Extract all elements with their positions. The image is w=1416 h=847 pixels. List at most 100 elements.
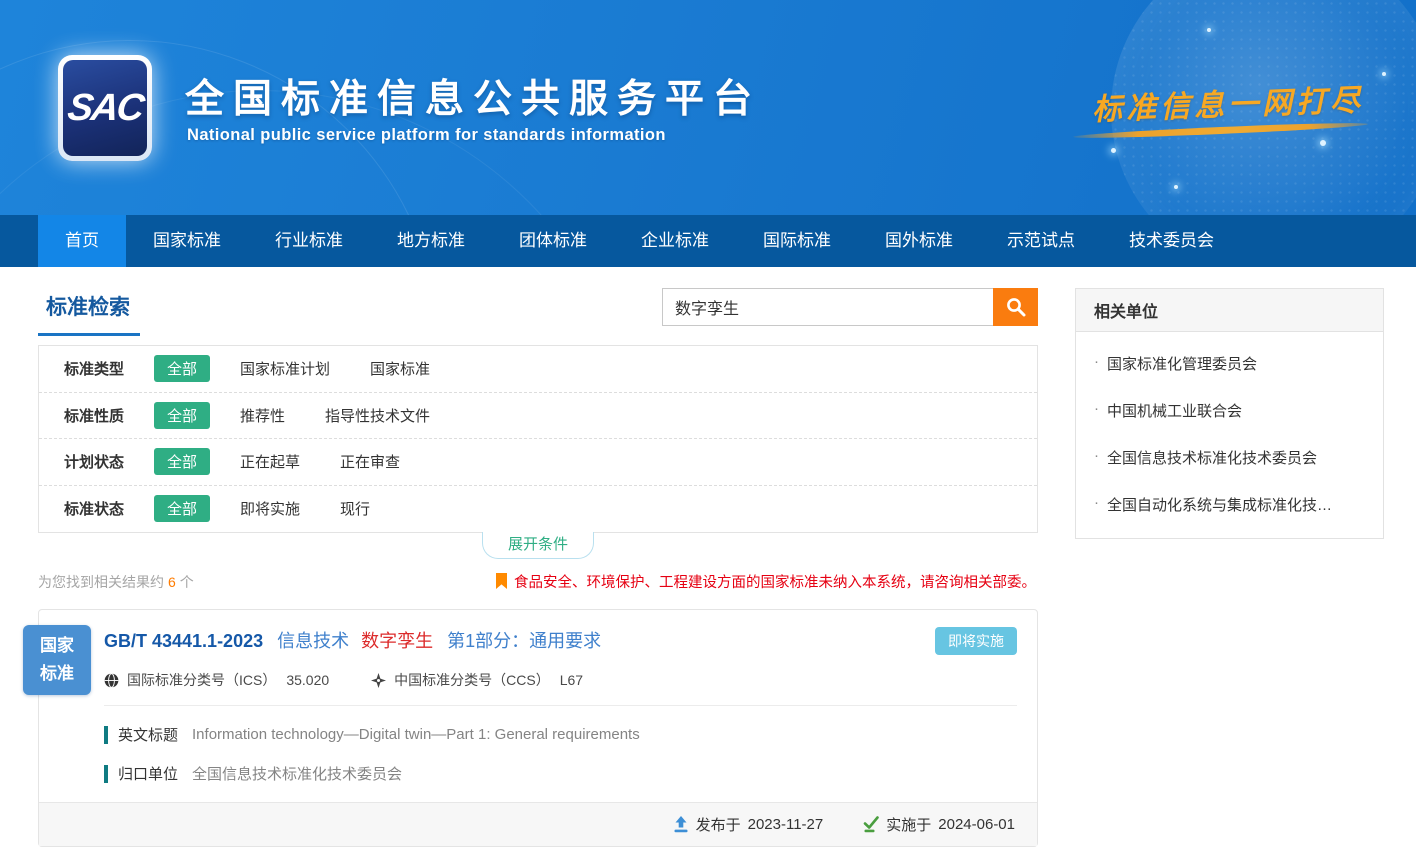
sidebar-item-machinery-federation[interactable]: · 中国机械工业联合会 bbox=[1076, 387, 1383, 434]
site-header: SAC 全国标准信息公共服务平台 National public service… bbox=[0, 0, 1416, 215]
nav-tab-national-standards[interactable]: 国家标准 bbox=[126, 215, 248, 267]
search-row: 标准检索 bbox=[38, 288, 1038, 345]
nav-tab-enterprise-standards[interactable]: 企业标准 bbox=[614, 215, 736, 267]
filter-label: 标准类型 bbox=[64, 358, 154, 379]
nav-tab-industry-standards[interactable]: 行业标准 bbox=[248, 215, 370, 267]
results-summary: 为您找到相关结果约6个 bbox=[38, 572, 194, 592]
section-title: 标准检索 bbox=[38, 288, 140, 336]
bookmark-icon bbox=[495, 573, 508, 590]
result-title-row: GB/T 43441.1-2023 信息技术 数字孪生 第1部分：通用要求 即将… bbox=[104, 627, 1017, 655]
standard-title-highlight: 数字孪生 bbox=[361, 631, 433, 651]
sidebar-item-automation-systems-committee[interactable]: · 全国自动化系统与集成标准化技… bbox=[1076, 481, 1383, 528]
sidebar-item-it-standardization-committee[interactable]: · 全国信息技术标准化技术委员会 bbox=[1076, 434, 1383, 481]
search-button[interactable] bbox=[993, 288, 1038, 326]
results-notice: 食品安全、环境保护、工程建设方面的国家标准未纳入本系统，请咨询相关部委。 bbox=[495, 571, 1036, 592]
nav-tab-technical-committees[interactable]: 技术委员会 bbox=[1102, 215, 1241, 267]
result-card-footer: 发布于 2023-11-27 实施于 2024-06-01 bbox=[39, 802, 1037, 846]
nav-tab-international-standards[interactable]: 国际标准 bbox=[736, 215, 858, 267]
nav-tab-home[interactable]: 首页 bbox=[38, 215, 126, 267]
related-units-panel: 相关单位 · 国家标准化管理委员会 · 中国机械工业联合会 · 全国信息技术标准… bbox=[1075, 288, 1384, 539]
sac-logo-text: SAC bbox=[65, 87, 145, 130]
filter-option[interactable]: 正在审查 bbox=[340, 451, 400, 472]
filter-row-plan-status: 计划状态 全部 正在起草 正在审查 bbox=[39, 439, 1037, 486]
filter-option[interactable]: 现行 bbox=[340, 498, 370, 519]
expand-conditions-button[interactable]: 展开条件 bbox=[482, 532, 594, 559]
implement-label: 实施于 bbox=[886, 814, 931, 835]
field-bar-decoration bbox=[104, 765, 108, 783]
search-icon bbox=[1005, 296, 1027, 318]
filter-selected-badge[interactable]: 全部 bbox=[154, 495, 210, 522]
type-badge-line1: 国家 bbox=[40, 632, 74, 660]
nav-tab-group-standards[interactable]: 团体标准 bbox=[492, 215, 614, 267]
main-column: 标准检索 标准类型 全部 国家标准计划 国家标准 bbox=[38, 288, 1038, 847]
notice-text: 食品安全、环境保护、工程建设方面的国家标准未纳入本系统，请咨询相关部委。 bbox=[514, 571, 1036, 592]
publish-date-group: 发布于 2023-11-27 bbox=[673, 814, 824, 835]
standard-title-part2: 第1部分：通用要求 bbox=[447, 631, 601, 651]
field-value: 全国信息技术标准化技术委员会 bbox=[192, 763, 402, 784]
ccs-label: 中国标准分类号（CCS） bbox=[394, 670, 550, 690]
nav-tab-local-standards[interactable]: 地方标准 bbox=[370, 215, 492, 267]
implement-check-icon bbox=[863, 816, 879, 833]
filter-label: 标准性质 bbox=[64, 405, 154, 426]
sidebar-item-sac[interactable]: · 国家标准化管理委员会 bbox=[1076, 340, 1383, 387]
compass-icon bbox=[371, 673, 386, 688]
filter-row-standard-status: 标准状态 全部 即将实施 现行 bbox=[39, 486, 1037, 533]
sidebar-item-label: 中国机械工业联合会 bbox=[1107, 400, 1242, 421]
site-title: 全国标准信息公共服务平台 bbox=[185, 68, 761, 124]
field-value: Information technology—Digital twin—Part… bbox=[192, 726, 640, 743]
filter-row-standard-type: 标准类型 全部 国家标准计划 国家标准 bbox=[39, 346, 1037, 393]
sparkle-decoration bbox=[1207, 28, 1211, 32]
filter-box: 标准类型 全部 国家标准计划 国家标准 标准性质 全部 推荐性 指导性技术文件 … bbox=[38, 345, 1038, 533]
filter-option[interactable]: 国家标准 bbox=[370, 358, 430, 379]
globe-icon bbox=[104, 673, 119, 688]
english-title-field: 英文标题 Information technology—Digital twin… bbox=[104, 724, 1017, 745]
filter-selected-badge[interactable]: 全部 bbox=[154, 355, 210, 382]
publish-date: 2023-11-27 bbox=[748, 816, 824, 833]
list-dot: · bbox=[1094, 400, 1099, 421]
publish-label: 发布于 bbox=[696, 814, 741, 835]
status-badge: 即将实施 bbox=[935, 627, 1017, 655]
ics-label: 国际标准分类号（ICS） bbox=[127, 670, 276, 690]
competent-unit-field: 归口单位 全国信息技术标准化技术委员会 bbox=[104, 763, 1017, 784]
related-units-title: 相关单位 bbox=[1076, 289, 1383, 332]
list-dot: · bbox=[1094, 494, 1099, 515]
list-dot: · bbox=[1094, 447, 1099, 468]
filter-row-standard-nature: 标准性质 全部 推荐性 指导性技术文件 bbox=[39, 393, 1037, 440]
nav-tab-foreign-standards[interactable]: 国外标准 bbox=[858, 215, 980, 267]
site-subtitle: National public service platform for sta… bbox=[187, 126, 666, 145]
result-card-main: GB/T 43441.1-2023 信息技术 数字孪生 第1部分：通用要求 即将… bbox=[39, 610, 1037, 784]
publish-icon bbox=[673, 816, 689, 833]
filter-option[interactable]: 指导性技术文件 bbox=[325, 405, 430, 426]
filter-option[interactable]: 即将实施 bbox=[240, 498, 300, 519]
filter-option[interactable]: 国家标准计划 bbox=[240, 358, 330, 379]
sparkle-decoration bbox=[1320, 140, 1326, 146]
results-summary-suffix: 个 bbox=[180, 574, 194, 590]
field-bar-decoration bbox=[104, 726, 108, 744]
result-title-link[interactable]: GB/T 43441.1-2023 信息技术 数字孪生 第1部分：通用要求 bbox=[104, 627, 601, 653]
implement-date: 2024-06-01 bbox=[938, 816, 1015, 833]
standard-title-part1: 信息技术 bbox=[277, 631, 349, 651]
ics-value: 35.020 bbox=[286, 672, 329, 688]
filter-selected-badge[interactable]: 全部 bbox=[154, 402, 210, 429]
filter-label: 标准状态 bbox=[64, 498, 154, 519]
filter-option[interactable]: 推荐性 bbox=[240, 405, 285, 426]
ccs-group: 中国标准分类号（CCS） L67 bbox=[371, 670, 583, 690]
search-box bbox=[662, 288, 1038, 326]
standard-type-badge: 国家 标准 bbox=[23, 625, 91, 695]
result-meta-row: 国际标准分类号（ICS） 35.020 中国标准分类号（CCS） L67 bbox=[104, 670, 1017, 706]
filter-option[interactable]: 正在起草 bbox=[240, 451, 300, 472]
sidebar-item-label: 全国信息技术标准化技术委员会 bbox=[1107, 447, 1317, 468]
sparkle-decoration bbox=[1111, 148, 1116, 153]
field-label: 归口单位 bbox=[118, 763, 178, 784]
filter-label: 计划状态 bbox=[64, 451, 154, 472]
nav-tab-pilot-programs[interactable]: 示范试点 bbox=[980, 215, 1102, 267]
list-dot: · bbox=[1094, 353, 1099, 374]
page-content: 标准检索 标准类型 全部 国家标准计划 国家标准 bbox=[0, 267, 1416, 847]
sac-logo[interactable]: SAC bbox=[58, 55, 152, 161]
ics-group: 国际标准分类号（ICS） 35.020 bbox=[104, 670, 329, 690]
sparkle-decoration bbox=[1174, 185, 1178, 189]
search-input[interactable] bbox=[662, 288, 993, 326]
sac-logo-inner: SAC bbox=[63, 60, 147, 156]
filter-selected-badge[interactable]: 全部 bbox=[154, 448, 210, 475]
result-card: 国家 标准 GB/T 43441.1-2023 信息技术 数字孪生 第1部分：通… bbox=[38, 609, 1038, 847]
